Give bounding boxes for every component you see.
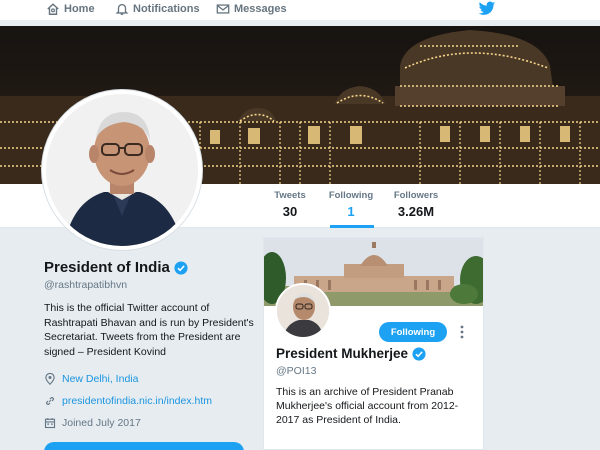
tweet-to-button[interactable]: [44, 442, 244, 450]
nav-home-label: Home: [64, 3, 95, 15]
bell-icon: [115, 3, 129, 15]
card-avatar[interactable]: [275, 283, 331, 339]
following-button[interactable]: Following: [379, 322, 447, 342]
stat-tweets-label: Tweets: [274, 190, 306, 201]
profile-website: presidentofindia.nic.in/index.htm: [44, 395, 212, 407]
stat-following-value: 1: [347, 204, 355, 219]
twitter-bird-icon[interactable]: [478, 1, 496, 17]
profile-avatar[interactable]: [42, 90, 202, 250]
profile-joined: Joined July 2017: [44, 417, 141, 429]
card-name-text: President Mukherjee: [276, 346, 409, 361]
nav-messages[interactable]: Messages: [216, 1, 287, 17]
top-navigation-bar: Home Notifications Messages: [0, 0, 600, 20]
verified-badge-icon: [174, 260, 188, 275]
profile-bio: This is the official Twitter account of …: [44, 302, 254, 358]
nav-messages-label: Messages: [234, 3, 287, 15]
profile-joined-text: Joined July 2017: [62, 417, 141, 429]
link-icon: [46, 397, 54, 405]
stat-followers-label: Followers: [393, 190, 439, 201]
profile-location: New Delhi, India: [44, 373, 138, 385]
card-bio: This is an archive of President Pranab M…: [276, 386, 459, 426]
profile-photo: [46, 94, 198, 246]
card-handle: @POI13: [276, 365, 317, 377]
nav-notifications[interactable]: Notifications: [115, 1, 200, 17]
profile-handle: @rashtrapatibhvn: [44, 279, 128, 291]
card-avatar-photo: [277, 285, 329, 337]
nav-notifications-label: Notifications: [133, 3, 200, 15]
stat-followers-value: 3.26M: [397, 204, 435, 219]
stat-tweets[interactable]: Tweets 30: [270, 190, 310, 219]
profile-location-text[interactable]: New Delhi, India: [62, 373, 138, 385]
calendar-icon: [44, 418, 56, 429]
stat-following[interactable]: Following 1: [326, 190, 376, 219]
active-tab-indicator: [330, 225, 374, 228]
location-pin-icon: [45, 373, 55, 385]
profile-name-text: President of India: [44, 259, 170, 276]
card-name[interactable]: President Mukherjee: [276, 346, 426, 361]
envelope-icon: [216, 4, 230, 14]
more-vertical-icon[interactable]: [457, 323, 467, 341]
profile-website-link[interactable]: presidentofindia.nic.in/index.htm: [62, 395, 212, 407]
stat-followers[interactable]: Followers 3.26M: [390, 190, 442, 219]
profile-name: President of India: [44, 259, 188, 276]
stat-tweets-value: 30: [282, 204, 298, 219]
stat-following-label: Following: [328, 190, 374, 201]
home-icon: [47, 3, 59, 15]
following-user-card[interactable]: Following President Mukherjee @POI13 Thi…: [263, 237, 484, 450]
nav-home[interactable]: Home: [46, 1, 95, 17]
verified-badge-icon: [412, 346, 426, 361]
